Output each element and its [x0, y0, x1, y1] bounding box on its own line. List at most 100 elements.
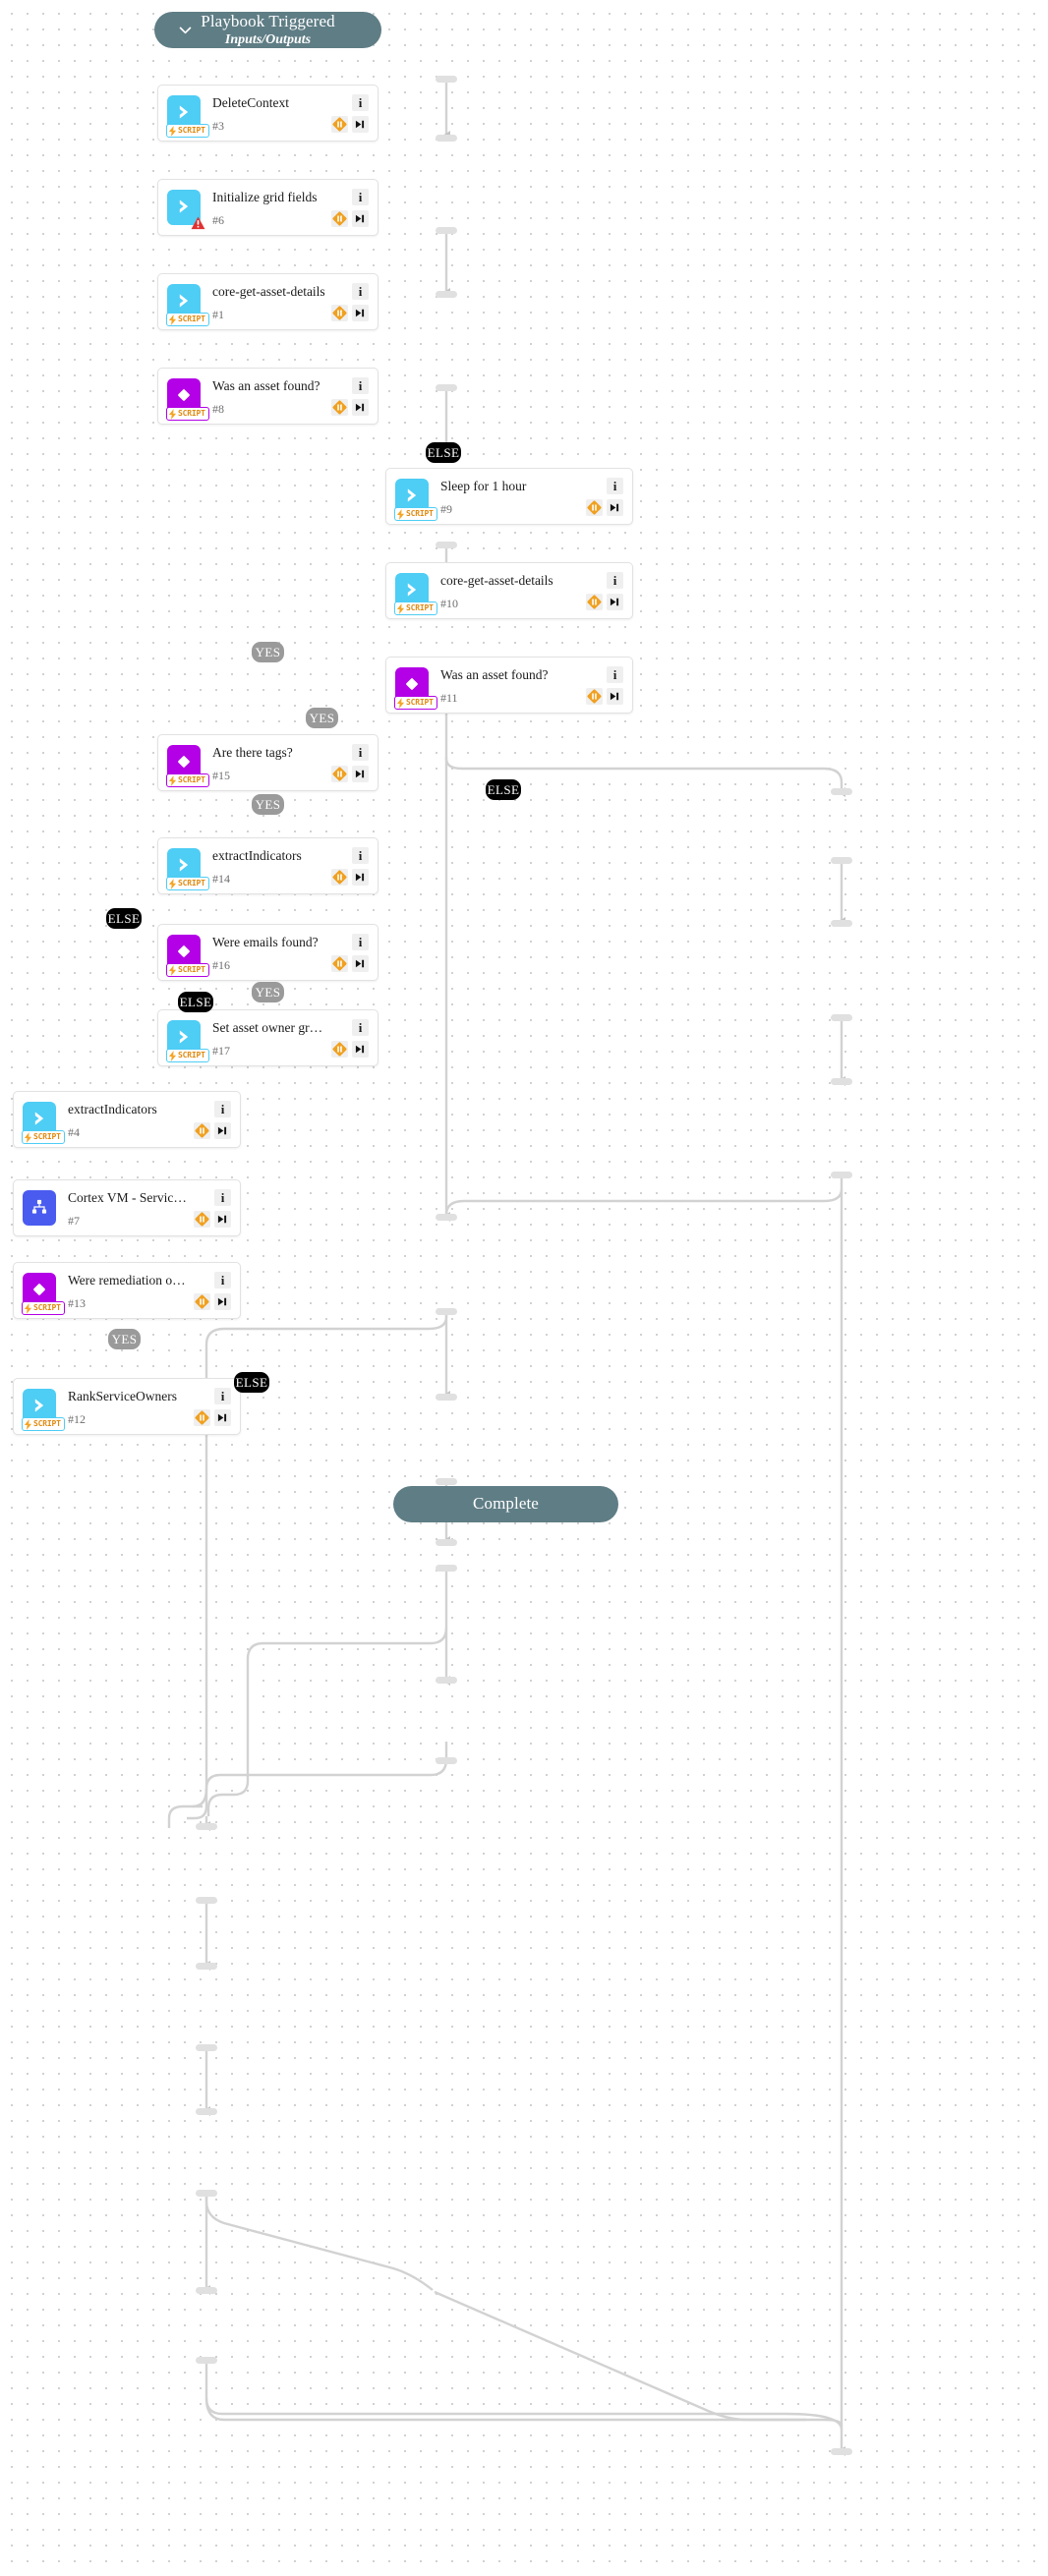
- task-type-icon: SCRIPT: [394, 573, 437, 615]
- pause-icon[interactable]: [331, 399, 348, 416]
- connector-nub: [436, 291, 457, 298]
- task-actions: i: [188, 1263, 231, 1318]
- task-type-icon: SCRIPT: [166, 848, 209, 890]
- skip-icon[interactable]: [607, 499, 623, 516]
- task-delete-context[interactable]: SCRIPT DeleteContext #3 i: [157, 85, 378, 142]
- skip-icon[interactable]: [352, 210, 369, 227]
- task-title: core-get-asset-details: [440, 573, 553, 588]
- pause-icon[interactable]: [331, 766, 348, 782]
- pause-icon[interactable]: [331, 305, 348, 321]
- skip-icon[interactable]: [352, 955, 369, 972]
- playbook-complete[interactable]: Complete: [393, 1486, 618, 1522]
- info-icon[interactable]: i: [352, 1019, 369, 1036]
- task-number: #6: [212, 213, 224, 228]
- branch-badge-yes-asset-found: YES: [252, 642, 284, 662]
- script-tag-label: SCRIPT: [178, 126, 205, 135]
- skip-icon[interactable]: [352, 1041, 369, 1058]
- task-title: extractIndicators: [212, 848, 302, 863]
- condition-were-remediation-owners-found[interactable]: SCRIPT Were remediation owner(s) found? #1…: [13, 1262, 241, 1319]
- task-actions: i: [580, 563, 623, 618]
- script-tag-label: SCRIPT: [178, 879, 205, 887]
- pause-icon[interactable]: [586, 688, 603, 705]
- skip-icon[interactable]: [352, 116, 369, 133]
- task-actions: i: [325, 838, 369, 893]
- task-set-asset-owner-grid-field[interactable]: SCRIPT Set asset owner grid field (email)…: [157, 1009, 378, 1066]
- info-icon[interactable]: i: [607, 572, 623, 589]
- info-icon[interactable]: i: [352, 847, 369, 864]
- task-initialize-grid-fields[interactable]: Initialize grid fields #6 i: [157, 179, 378, 236]
- pause-icon[interactable]: [331, 955, 348, 972]
- chevron-down-icon[interactable]: [176, 22, 194, 39]
- pause-icon[interactable]: [331, 1041, 348, 1058]
- skip-icon[interactable]: [352, 305, 369, 321]
- info-icon[interactable]: i: [352, 283, 369, 300]
- connector-nub: [436, 227, 457, 234]
- skip-icon[interactable]: [214, 1211, 231, 1228]
- pause-icon[interactable]: [194, 1122, 210, 1139]
- skip-icon[interactable]: [607, 688, 623, 705]
- task-core-get-asset-details[interactable]: SCRIPT core-get-asset-details #1 i: [157, 273, 378, 330]
- task-actions: i: [325, 1010, 369, 1065]
- task-sleep-for-1-hour[interactable]: SCRIPT Sleep for 1 hour #9 i: [385, 468, 633, 525]
- task-number: #14: [212, 872, 230, 887]
- terminal-title: Complete: [473, 1494, 539, 1514]
- pause-icon[interactable]: [586, 594, 603, 610]
- skip-icon[interactable]: [214, 1409, 231, 1426]
- info-icon[interactable]: i: [214, 1272, 231, 1288]
- task-number: #11: [440, 691, 458, 706]
- skip-icon[interactable]: [214, 1122, 231, 1139]
- task-type-icon: SCRIPT: [166, 745, 209, 787]
- condition-were-emails-found[interactable]: SCRIPT Were emails found? #16 i: [157, 924, 378, 981]
- condition-was-an-asset-found[interactable]: SCRIPT Was an asset found? #8 i: [157, 368, 378, 425]
- task-title: Cortex VM - ServiceNow CMDB: [68, 1190, 188, 1205]
- info-icon[interactable]: i: [214, 1189, 231, 1206]
- script-tag-label: SCRIPT: [178, 409, 205, 418]
- task-extract-indicators-tags[interactable]: SCRIPT extractIndicators #14 i: [157, 837, 378, 894]
- info-icon[interactable]: i: [352, 934, 369, 950]
- info-icon[interactable]: i: [607, 478, 623, 494]
- skip-icon[interactable]: [352, 869, 369, 886]
- task-actions: i: [325, 369, 369, 424]
- condition-are-there-tags[interactable]: SCRIPT Are there tags? #15 i: [157, 734, 378, 791]
- connector-nub: [831, 1014, 852, 1021]
- task-cortex-vm-servicenow-cmdb[interactable]: Cortex VM - ServiceNow CMDB #7 i: [13, 1179, 241, 1236]
- script-tag-label: SCRIPT: [406, 698, 434, 707]
- condition-was-an-asset-found-retry[interactable]: SCRIPT Was an asset found? #11 i: [385, 657, 633, 714]
- info-icon[interactable]: i: [352, 377, 369, 394]
- task-body: Were emails found? #16: [212, 924, 325, 981]
- task-number: #7: [68, 1214, 80, 1229]
- script-tag: SCRIPT: [394, 507, 437, 521]
- pause-icon[interactable]: [586, 499, 603, 516]
- skip-icon[interactable]: [352, 399, 369, 416]
- task-body: core-get-asset-details #1: [212, 273, 325, 330]
- info-icon[interactable]: i: [352, 189, 369, 205]
- info-icon[interactable]: i: [352, 94, 369, 111]
- terminal-subtitle: Inputs/Outputs: [224, 31, 312, 47]
- info-icon[interactable]: i: [214, 1388, 231, 1404]
- task-number: #16: [212, 958, 230, 973]
- branch-badge-else-asset-found-retry: ELSE: [486, 779, 521, 800]
- task-actions: i: [580, 469, 623, 524]
- pause-icon[interactable]: [194, 1409, 210, 1426]
- info-icon[interactable]: i: [607, 666, 623, 683]
- task-type-icon: SCRIPT: [166, 284, 209, 326]
- skip-icon[interactable]: [352, 766, 369, 782]
- task-extract-indicators[interactable]: SCRIPT extractIndicators #4 i: [13, 1091, 241, 1148]
- playbook-trigger[interactable]: Playbook Triggered Inputs/Outputs: [154, 12, 381, 48]
- task-core-get-asset-details-retry[interactable]: SCRIPT core-get-asset-details #10 i: [385, 562, 633, 619]
- pause-icon[interactable]: [331, 869, 348, 886]
- pause-icon[interactable]: [194, 1293, 210, 1310]
- task-actions: i: [580, 658, 623, 713]
- pause-icon[interactable]: [331, 210, 348, 227]
- task-body: extractIndicators #4: [68, 1091, 188, 1148]
- info-icon[interactable]: i: [214, 1101, 231, 1117]
- info-icon[interactable]: i: [352, 744, 369, 761]
- task-title: core-get-asset-details: [212, 284, 325, 299]
- skip-icon[interactable]: [214, 1293, 231, 1310]
- pause-icon[interactable]: [331, 116, 348, 133]
- skip-icon[interactable]: [607, 594, 623, 610]
- script-tag-label: SCRIPT: [178, 775, 205, 784]
- script-tag-label: SCRIPT: [33, 1419, 61, 1428]
- task-rank-service-owners[interactable]: SCRIPT RankServiceOwners #12 i: [13, 1378, 241, 1435]
- pause-icon[interactable]: [194, 1211, 210, 1228]
